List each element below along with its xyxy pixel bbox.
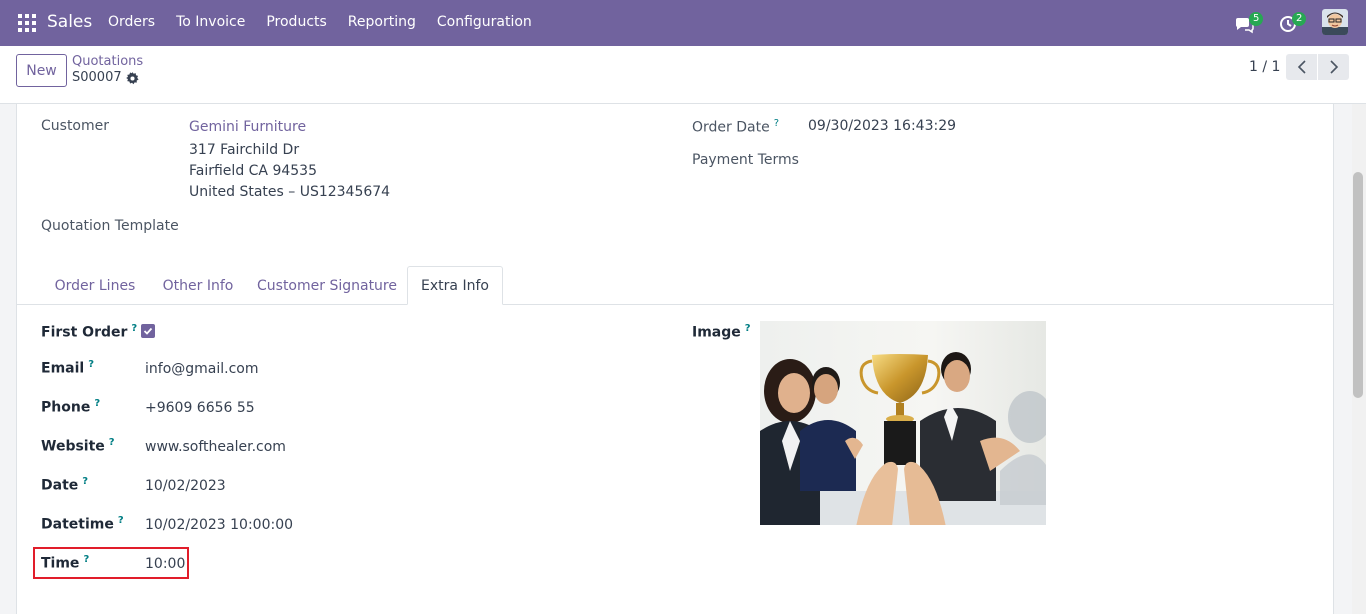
control-panel: New Quotations S00007 1 / 1: [0, 46, 1366, 104]
order-date-label: Order Date?: [692, 118, 780, 136]
time-label: Time?: [41, 554, 90, 572]
customer-label: Customer: [41, 118, 110, 134]
gear-icon[interactable]: [126, 72, 139, 89]
customer-address-line2: Fairfield CA 94535: [189, 163, 317, 179]
trophy-photo[interactable]: [760, 321, 1046, 525]
check-icon: [143, 327, 153, 335]
chat-bubbles-icon[interactable]: 5: [1234, 10, 1264, 36]
order-date-value[interactable]: 09/30/2023 16:43:29: [808, 118, 956, 134]
customer-address-line1: 317 Fairchild Dr: [189, 142, 300, 158]
chevron-left-icon: [1297, 60, 1306, 74]
clock-activity-icon[interactable]: 2: [1279, 10, 1307, 36]
image-label: Image?: [692, 323, 751, 341]
customer-address-line3: United States – US12345674: [189, 184, 391, 200]
chat-count-badge: 5: [1249, 12, 1264, 26]
website-label: Website?: [41, 437, 115, 455]
chevron-right-icon: [1329, 60, 1338, 74]
breadcrumb-quotations[interactable]: Quotations: [72, 54, 143, 69]
phone-field[interactable]: +9609 6656 55: [145, 400, 255, 416]
datetime-field[interactable]: 10/02/2023 10:00:00: [145, 517, 293, 533]
help-tooltip[interactable]: ?: [745, 323, 751, 334]
help-tooltip[interactable]: ?: [118, 515, 124, 526]
date-label: Date?: [41, 476, 89, 494]
email-field[interactable]: info@gmail.com: [145, 361, 259, 377]
apps-grid-icon[interactable]: [18, 14, 36, 32]
new-button[interactable]: New: [16, 54, 67, 87]
help-tooltip[interactable]: ?: [774, 118, 779, 129]
breadcrumb-current: S00007: [72, 70, 122, 85]
tab-order-lines[interactable]: Order Lines: [41, 266, 149, 305]
help-tooltip[interactable]: ?: [131, 323, 137, 334]
help-tooltip[interactable]: ?: [82, 476, 88, 487]
tab-customer-signature[interactable]: Customer Signature: [247, 266, 407, 305]
help-tooltip[interactable]: ?: [109, 437, 115, 448]
quotation-template-label: Quotation Template: [41, 218, 179, 234]
notebook-tabs: Order Lines Other Info Customer Signatur…: [17, 266, 1334, 305]
help-tooltip[interactable]: ?: [94, 398, 100, 409]
activity-count-badge: 2: [1292, 12, 1307, 26]
website-field[interactable]: www.softhealer.com: [145, 439, 286, 455]
user-avatar[interactable]: [1322, 9, 1348, 35]
menu-item-to-invoice[interactable]: To Invoice: [176, 14, 245, 30]
tab-extra-info[interactable]: Extra Info: [407, 266, 503, 305]
email-label: Email?: [41, 359, 95, 377]
menu-item-reporting[interactable]: Reporting: [348, 14, 416, 30]
time-field[interactable]: 10:00: [145, 556, 185, 572]
top-navbar: Sales Orders To Invoice Products Reporti…: [0, 0, 1366, 46]
first-order-checkbox[interactable]: [141, 324, 155, 338]
help-tooltip[interactable]: ?: [83, 554, 89, 565]
payment-terms-label: Payment Terms: [692, 152, 799, 168]
pager-value[interactable]: 1 / 1: [1249, 59, 1280, 75]
phone-label: Phone?: [41, 398, 101, 416]
help-tooltip[interactable]: ?: [88, 359, 94, 370]
pager-next-button[interactable]: [1318, 54, 1349, 80]
customer-link[interactable]: Gemini Furniture: [189, 119, 306, 135]
menu-item-configuration[interactable]: Configuration: [437, 14, 532, 30]
menu-item-products[interactable]: Products: [266, 14, 326, 30]
main-menu: Orders To Invoice Products Reporting Con…: [108, 14, 553, 30]
scrollbar-thumb[interactable]: [1353, 172, 1363, 398]
tab-other-info[interactable]: Other Info: [149, 266, 247, 305]
first-order-label: First Order?: [41, 323, 138, 341]
date-field[interactable]: 10/02/2023: [145, 478, 226, 494]
app-brand[interactable]: Sales: [47, 12, 92, 32]
pager-previous-button[interactable]: [1286, 54, 1317, 80]
form-sheet: [16, 104, 1334, 614]
datetime-label: Datetime?: [41, 515, 124, 533]
menu-item-orders[interactable]: Orders: [108, 14, 155, 30]
